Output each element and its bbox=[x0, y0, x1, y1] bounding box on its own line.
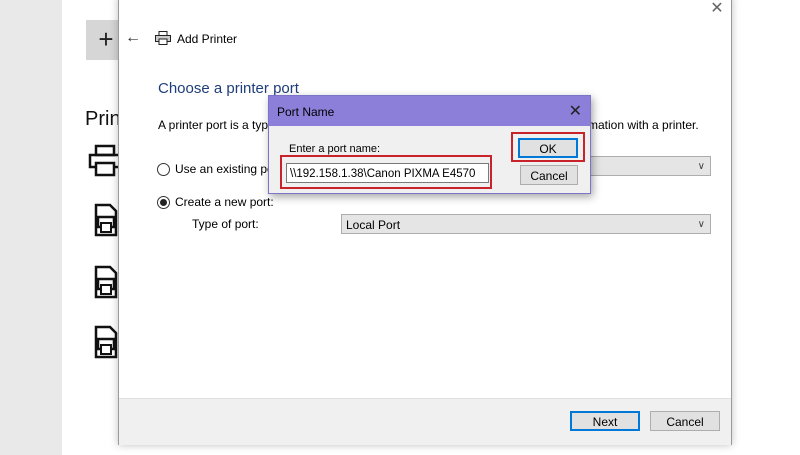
add-printer-window: ✕ ← Add Printer Choose a printer port A … bbox=[118, 0, 732, 445]
port-name-label: Enter a port name: bbox=[289, 143, 381, 155]
dialog-cancel-button[interactable]: Cancel bbox=[520, 165, 578, 185]
next-button[interactable]: Next bbox=[570, 411, 640, 431]
ok-button-highlight bbox=[511, 132, 585, 162]
chevron-down-icon: ∨ bbox=[697, 219, 705, 230]
create-new-port-label: Create a new port: bbox=[175, 195, 274, 209]
printer-icon bbox=[155, 31, 171, 45]
printers-heading: Prin bbox=[85, 108, 121, 130]
printer-icon bbox=[88, 144, 122, 177]
use-existing-port-label: Use an existing po bbox=[175, 162, 274, 176]
port-input-highlight bbox=[280, 155, 492, 189]
radio-checked-icon bbox=[157, 195, 170, 209]
dialog-title: Port Name bbox=[277, 105, 335, 119]
cancel-button[interactable]: Cancel bbox=[650, 411, 720, 431]
radio-unchecked-icon bbox=[157, 162, 170, 176]
fax-printer-icon bbox=[94, 325, 118, 359]
wizard-footer: Next Cancel bbox=[119, 398, 731, 445]
window-title: Add Printer bbox=[177, 32, 238, 46]
back-arrow-icon[interactable]: ← bbox=[125, 29, 141, 47]
existing-port-select[interactable]: ∨ bbox=[579, 156, 711, 176]
fax-printer-icon bbox=[94, 265, 118, 299]
type-of-port-select[interactable]: Local Port ∨ bbox=[341, 214, 711, 234]
use-existing-port-radio[interactable]: Use an existing po bbox=[157, 162, 274, 176]
chevron-down-icon: ∨ bbox=[697, 161, 705, 172]
dialog-titlebar: Port Name ✕ bbox=[269, 96, 590, 126]
plus-icon: + bbox=[98, 24, 114, 54]
type-of-port-value: Local Port bbox=[346, 218, 401, 232]
fax-printer-icon bbox=[94, 203, 118, 237]
close-icon[interactable]: ✕ bbox=[707, 1, 727, 17]
description-text: A printer port is a typ bbox=[158, 118, 269, 132]
description-text-end: mation with a printer. bbox=[588, 118, 699, 132]
type-of-port-label: Type of port: bbox=[192, 217, 259, 231]
close-icon[interactable]: ✕ bbox=[569, 101, 582, 121]
create-new-port-radio[interactable]: Create a new port: bbox=[157, 195, 274, 209]
left-strip bbox=[0, 0, 62, 455]
